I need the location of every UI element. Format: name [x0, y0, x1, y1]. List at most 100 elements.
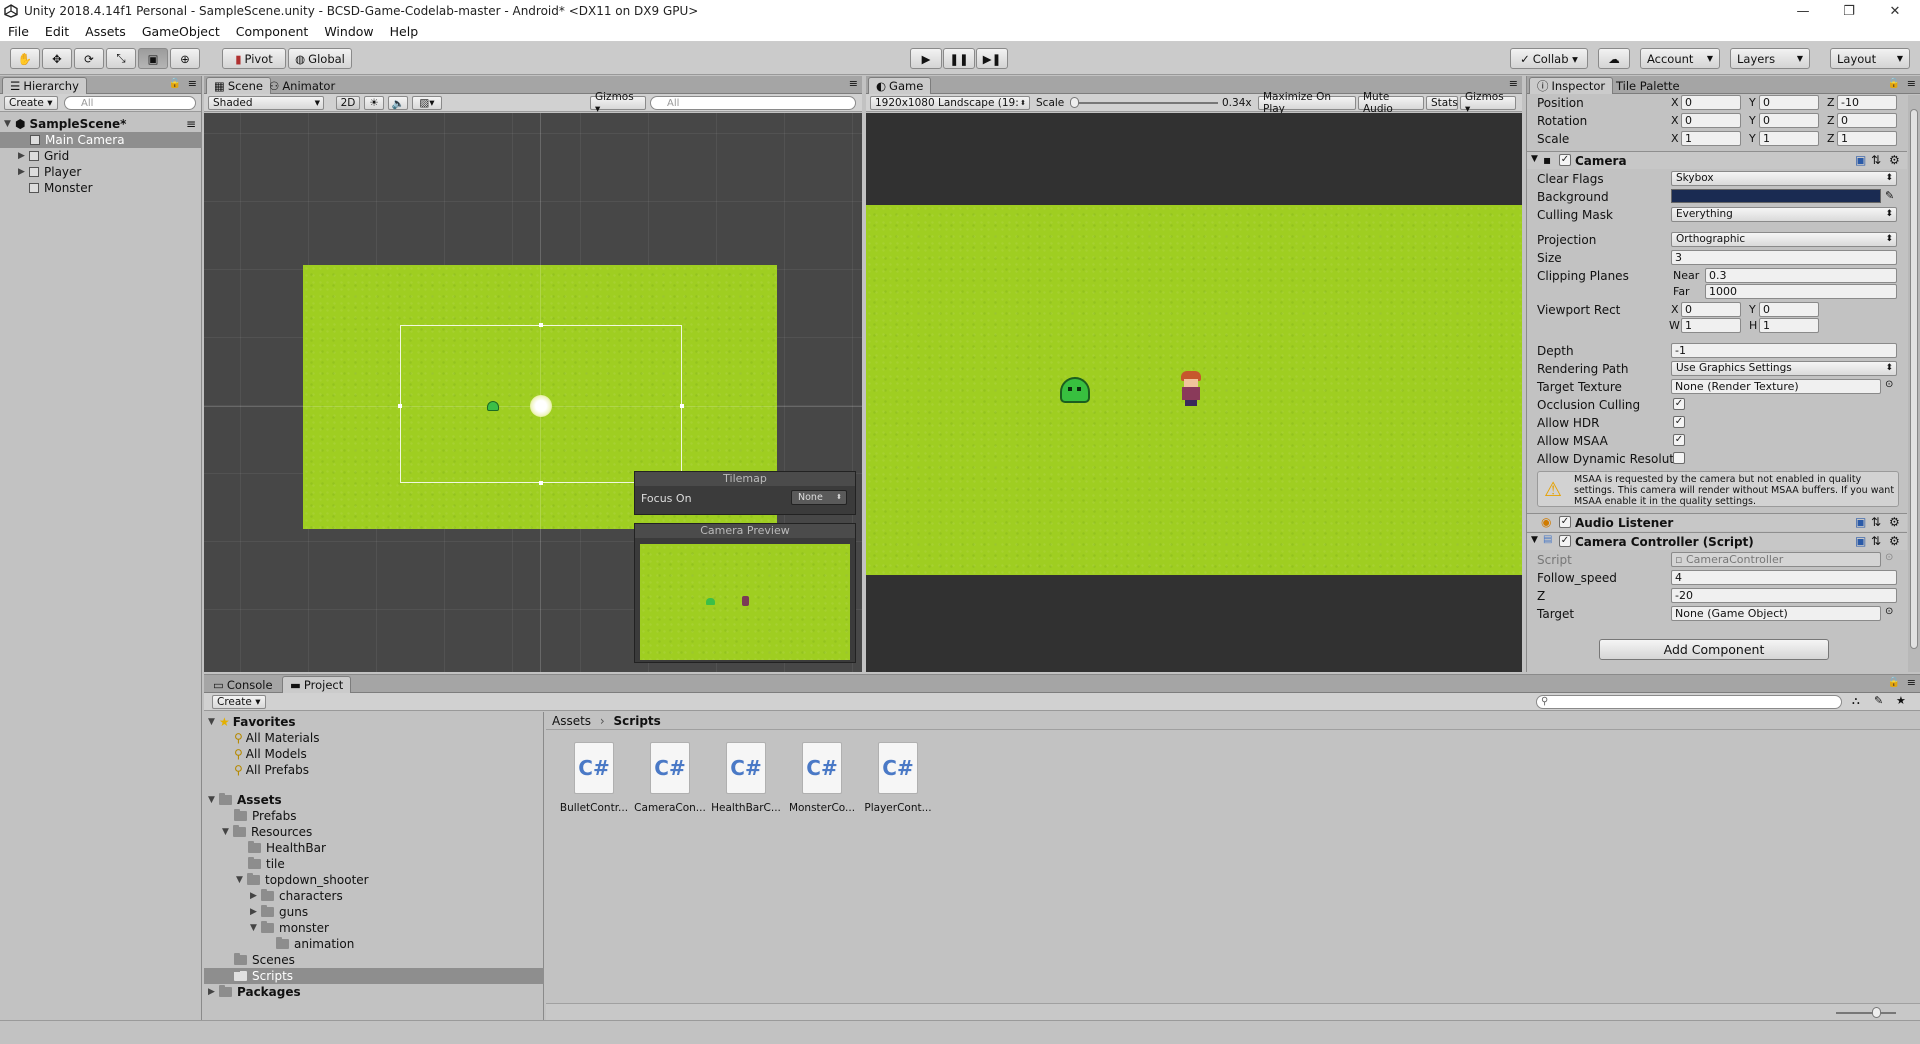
pivot-toggle[interactable]: ▮ Pivot — [222, 48, 286, 69]
viewport-y-field[interactable]: 0 — [1759, 302, 1819, 317]
target-field[interactable]: None (Game Object) — [1671, 606, 1881, 621]
camera-bound-handle[interactable] — [680, 404, 684, 408]
culling-mask-dropdown[interactable]: Everything — [1671, 207, 1897, 222]
panel-menu-icon[interactable]: ≡ — [1907, 676, 1916, 689]
breadcrumb-scripts[interactable]: Scripts — [614, 714, 661, 728]
expand-arrow-icon[interactable]: ▼ — [236, 875, 247, 885]
cloud-button[interactable]: ☁ — [1598, 48, 1630, 69]
camera-enabled-checkbox[interactable]: ✓ — [1559, 154, 1571, 166]
folder-scripts[interactable]: Scripts — [204, 968, 544, 984]
mute-audio-toggle[interactable]: Mute Audio — [1358, 91, 1424, 115]
packages-node[interactable]: ▶ Packages — [208, 984, 301, 1000]
scene-viewport[interactable]: Tilemap Focus On None ⬍ Camera Preview — [204, 113, 862, 672]
project-create-button[interactable]: Create ▾ — [212, 695, 266, 709]
game-viewport[interactable] — [866, 113, 1522, 672]
folder-tile[interactable]: tile — [248, 856, 285, 872]
scene-menu-icon[interactable]: ≡ — [186, 117, 196, 131]
tab-animator[interactable]: ⚇ Animator — [262, 77, 342, 94]
game-monster-sprite[interactable] — [1060, 377, 1090, 403]
tab-game[interactable]: ◐ Game — [868, 77, 932, 94]
hierarchy-item-main-camera[interactable]: Main Camera — [0, 132, 202, 148]
tab-tile-palette[interactable]: Tile Palette — [1609, 77, 1687, 94]
folder-prefabs[interactable]: Prefabs — [234, 808, 297, 824]
rotation-z-field[interactable]: 0 — [1837, 113, 1897, 128]
project-search-input[interactable]: ⚲ — [1536, 695, 1842, 709]
favorites-node[interactable]: ▼ ★ Favorites — [208, 714, 295, 730]
audio-listener-enabled-checkbox[interactable]: ✓ — [1559, 516, 1571, 528]
hierarchy-search-input[interactable]: All — [64, 96, 196, 110]
folder-animation[interactable]: animation — [276, 936, 354, 952]
camera-component-header[interactable]: ▼ ▪ ✓ Camera ▣ ⇅ ⚙ — [1527, 151, 1907, 169]
lock-icon[interactable]: 🔒 — [1888, 677, 1900, 688]
near-field[interactable]: 0.3 — [1705, 268, 1897, 283]
camera-bound-handle[interactable] — [398, 404, 402, 408]
expand-arrow-icon[interactable]: ▼ — [208, 717, 219, 727]
audio-toggle[interactable]: 🔈 — [388, 96, 408, 110]
camera-gizmo-icon[interactable] — [530, 395, 552, 417]
resolution-dropdown[interactable]: 1920x1080 Landscape (19: ⬍ — [870, 96, 1030, 110]
step-button[interactable]: ▶❚ — [976, 48, 1008, 69]
global-toggle[interactable]: ◍ Global — [288, 48, 352, 69]
expand-arrow-icon[interactable]: ▶ — [208, 987, 219, 997]
occlusion-checkbox[interactable]: ✓ — [1673, 398, 1685, 410]
hand-tool-button[interactable]: ✋ — [10, 48, 40, 69]
scale-slider[interactable] — [1070, 102, 1218, 104]
lock-icon[interactable]: 🔒 — [1888, 78, 1900, 89]
tab-console[interactable]: ▭ Console — [206, 676, 280, 693]
panel-menu-icon[interactable]: ≡ — [1907, 77, 1916, 90]
viewport-h-field[interactable]: 1 — [1759, 318, 1819, 333]
camera-controller-header[interactable]: ▼ ▤ ✓ Camera Controller (Script) ▣ ⇅ ⚙ — [1527, 532, 1907, 550]
panel-menu-icon[interactable]: ≡ — [849, 77, 858, 90]
camera-bound-handle[interactable] — [539, 481, 543, 485]
game-player-sprite[interactable] — [1178, 371, 1204, 407]
2d-toggle[interactable]: 2D — [336, 96, 360, 110]
filter-label-icon[interactable]: ✎ — [1874, 694, 1883, 707]
collab-dropdown[interactable]: ✓ Collab ▾ — [1510, 48, 1588, 69]
msaa-checkbox[interactable]: ✓ — [1673, 434, 1685, 446]
icon-size-slider[interactable] — [1836, 1012, 1896, 1014]
menu-window[interactable]: Window — [316, 24, 381, 39]
expand-arrow-icon[interactable]: ▶ — [250, 891, 261, 901]
audio-listener-header[interactable]: ◉ ✓ Audio Listener ▣ ⇅ ⚙ — [1527, 513, 1907, 531]
maximize-button[interactable]: ❐ — [1826, 0, 1872, 22]
folder-resources[interactable]: ▼ Resources — [222, 824, 312, 840]
expand-arrow-icon[interactable]: ▶ — [18, 167, 29, 177]
monster-sprite[interactable] — [487, 401, 499, 411]
foldout-arrow-icon[interactable]: ▼ — [1531, 154, 1538, 164]
expand-arrow-icon[interactable]: ▶ — [18, 151, 29, 161]
play-button[interactable]: ▶ — [910, 48, 942, 69]
camera-bound-handle[interactable] — [539, 323, 543, 327]
help-icon[interactable]: ▣ — [1855, 534, 1866, 548]
expand-arrow-icon[interactable]: ▼ — [4, 119, 15, 129]
menu-component[interactable]: Component — [228, 24, 317, 39]
help-icon[interactable]: ▣ — [1855, 515, 1866, 529]
dynamic-resolution-checkbox[interactable] — [1673, 452, 1685, 464]
expand-arrow-icon[interactable]: ▼ — [250, 923, 261, 933]
scene-search-input[interactable]: All — [650, 96, 856, 110]
lock-icon[interactable]: 🔒 — [169, 78, 181, 89]
rect-tool-button[interactable]: ▣ — [138, 48, 168, 69]
account-dropdown[interactable]: Account ▼ — [1640, 48, 1720, 69]
menu-gameobject[interactable]: GameObject — [134, 24, 228, 39]
menu-file[interactable]: File — [0, 24, 37, 39]
file-item[interactable]: C# HealthBarC... — [708, 742, 784, 822]
depth-field[interactable]: -1 — [1671, 343, 1897, 358]
folder-characters[interactable]: ▶ characters — [250, 888, 343, 904]
position-z-field[interactable]: -10 — [1837, 95, 1897, 110]
preset-icon[interactable]: ⇅ — [1871, 153, 1881, 167]
background-color-swatch[interactable] — [1671, 189, 1881, 203]
game-gizmos-dropdown[interactable]: Gizmos ▾ — [1460, 91, 1516, 115]
file-item[interactable]: C# CameraCon... — [632, 742, 708, 822]
stats-toggle[interactable]: Stats — [1426, 96, 1458, 110]
z-field[interactable]: -20 — [1671, 588, 1897, 603]
rotate-tool-button[interactable]: ⟳ — [74, 48, 104, 69]
scale-z-field[interactable]: 1 — [1837, 131, 1897, 146]
lighting-toggle[interactable]: ☀ — [364, 96, 384, 110]
far-field[interactable]: 1000 — [1705, 284, 1897, 299]
favorite-all-materials[interactable]: ⚲ All Materials — [234, 730, 320, 746]
assets-node[interactable]: ▼ Assets — [208, 792, 282, 808]
file-item[interactable]: C# PlayerCont... — [860, 742, 936, 822]
transform-tool-button[interactable]: ⊕ — [170, 48, 200, 69]
gear-icon[interactable]: ⚙ — [1889, 153, 1900, 167]
help-icon[interactable]: ▣ — [1855, 153, 1866, 167]
